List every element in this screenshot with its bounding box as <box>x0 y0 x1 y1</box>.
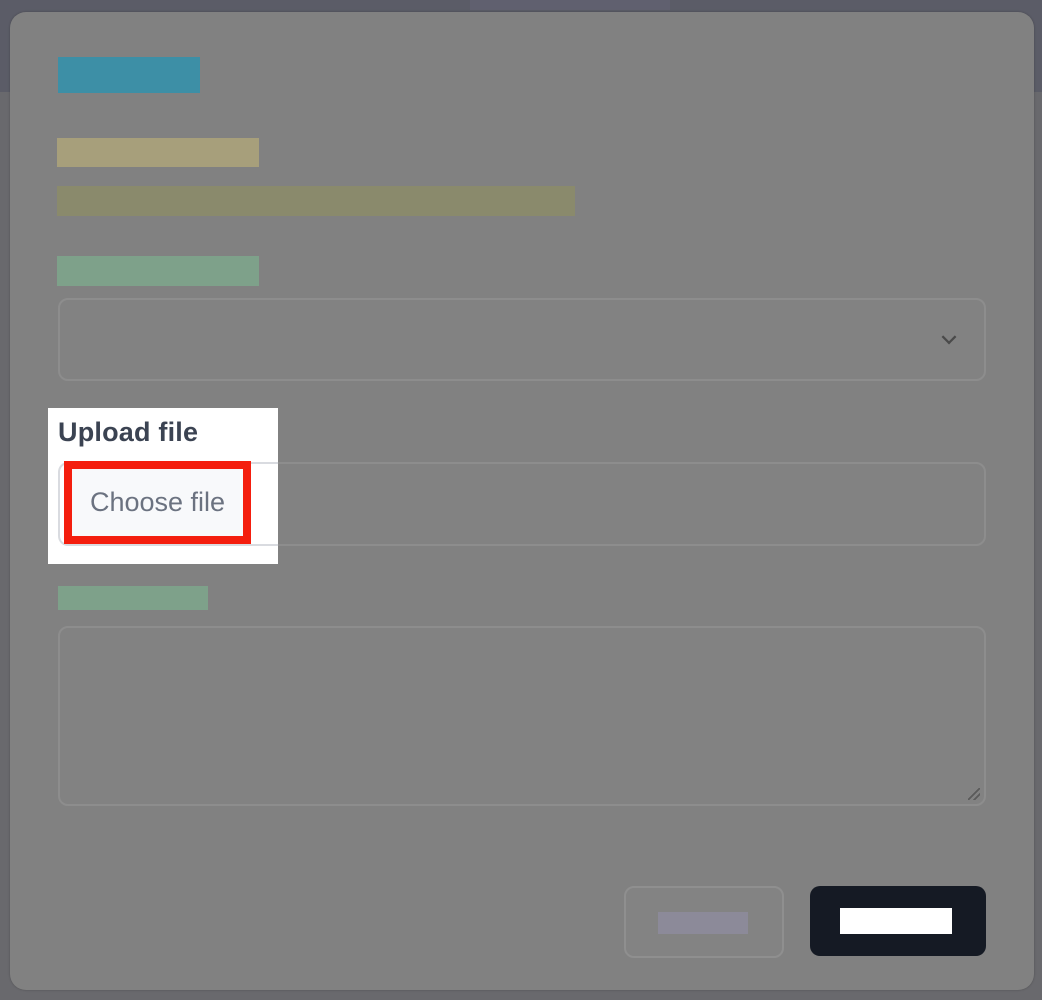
description-line-1-placeholder <box>57 138 259 167</box>
cancel-button-label-placeholder <box>658 912 748 934</box>
modal-title-placeholder <box>58 57 200 93</box>
upload-file-label: Upload file <box>58 417 199 447</box>
submit-button-label-placeholder <box>840 908 952 934</box>
resize-grip-icon[interactable] <box>968 788 980 800</box>
choose-file-button[interactable]: Choose file <box>64 461 251 544</box>
submit-button[interactable] <box>810 886 986 956</box>
upload-file-spotlight: Upload file Choose file <box>48 408 278 564</box>
description-line-2-placeholder <box>57 186 575 216</box>
cancel-button[interactable] <box>624 886 784 958</box>
notes-label-placeholder <box>58 586 208 610</box>
type-select[interactable] <box>58 298 986 381</box>
choose-file-button-label: Choose file <box>89 487 226 517</box>
chevron-down-icon <box>941 329 957 345</box>
select-label-placeholder <box>57 256 259 286</box>
notes-textarea[interactable] <box>58 626 986 806</box>
